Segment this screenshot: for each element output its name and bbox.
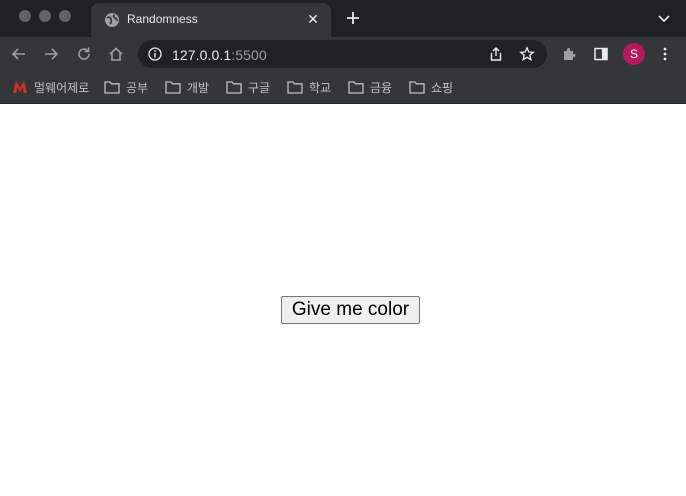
tab-title: Randomness <box>127 12 198 26</box>
page-viewport: Give me color <box>0 104 686 496</box>
bookmark-label: 쇼핑 <box>431 80 454 95</box>
bookmark-folder-shopping[interactable]: 쇼핑 <box>409 79 453 95</box>
profile-avatar[interactable]: S <box>623 43 645 65</box>
bookmark-star-icon[interactable] <box>519 46 535 62</box>
folder-icon <box>104 81 120 94</box>
reload-icon[interactable] <box>75 45 93 63</box>
bookmark-folder-school[interactable]: 학교 <box>287 79 331 95</box>
extensions-icon[interactable] <box>561 46 577 62</box>
bookmark-label: 금융 <box>370 80 393 95</box>
bookmark-folder-study[interactable]: 공부 <box>104 79 148 95</box>
browser-window: Randomness ✕ 127.0.0.1:5500 S 멀웨어제로 공부 개… <box>0 0 686 496</box>
globe-icon <box>105 13 119 27</box>
bookmark-folder-google[interactable]: 구글 <box>226 79 270 95</box>
tab-strip: Randomness ✕ <box>0 0 686 37</box>
url-port: :5500 <box>231 47 267 63</box>
browser-toolbar: 127.0.0.1:5500 S <box>0 37 686 71</box>
folder-icon <box>165 81 181 94</box>
active-tab[interactable]: Randomness ✕ <box>91 3 331 37</box>
back-icon[interactable] <box>10 45 28 63</box>
chevron-down-icon[interactable] <box>657 11 671 25</box>
bookmark-folder-finance[interactable]: 금융 <box>348 79 392 95</box>
more-menu-icon[interactable] <box>657 46 673 62</box>
bookmark-label: 학교 <box>309 80 332 95</box>
forward-icon[interactable] <box>42 45 60 63</box>
url-text: 127.0.0.1:5500 <box>172 47 267 63</box>
malwarezero-logo-icon <box>13 81 27 93</box>
folder-icon <box>287 81 303 94</box>
minimize-window-button[interactable] <box>39 10 51 22</box>
bookmark-malwarezero[interactable]: 멀웨어제로 <box>12 79 89 95</box>
zoom-window-button[interactable] <box>59 10 71 22</box>
bookmark-label: 구글 <box>248 80 271 95</box>
give-me-color-button[interactable]: Give me color <box>281 296 420 324</box>
new-tab-icon[interactable] <box>344 9 362 27</box>
bookmark-label: 공부 <box>126 80 149 95</box>
home-icon[interactable] <box>107 45 125 63</box>
folder-icon <box>226 81 242 94</box>
bookmarks-bar: 멀웨어제로 공부 개발 구글 학교 금융 쇼핑 <box>0 71 686 104</box>
bookmark-label: 멀웨어제로 <box>34 80 90 95</box>
info-icon[interactable] <box>148 47 162 61</box>
close-window-button[interactable] <box>19 10 31 22</box>
bookmark-label: 개발 <box>187 80 210 95</box>
address-bar[interactable]: 127.0.0.1:5500 <box>138 40 547 68</box>
side-panel-icon[interactable] <box>593 46 609 62</box>
close-tab-icon[interactable]: ✕ <box>305 11 321 27</box>
folder-icon <box>348 81 364 94</box>
folder-icon <box>409 81 425 94</box>
url-host: 127.0.0.1 <box>172 47 232 63</box>
share-icon[interactable] <box>488 46 504 62</box>
bookmark-folder-dev[interactable]: 개발 <box>165 79 209 95</box>
